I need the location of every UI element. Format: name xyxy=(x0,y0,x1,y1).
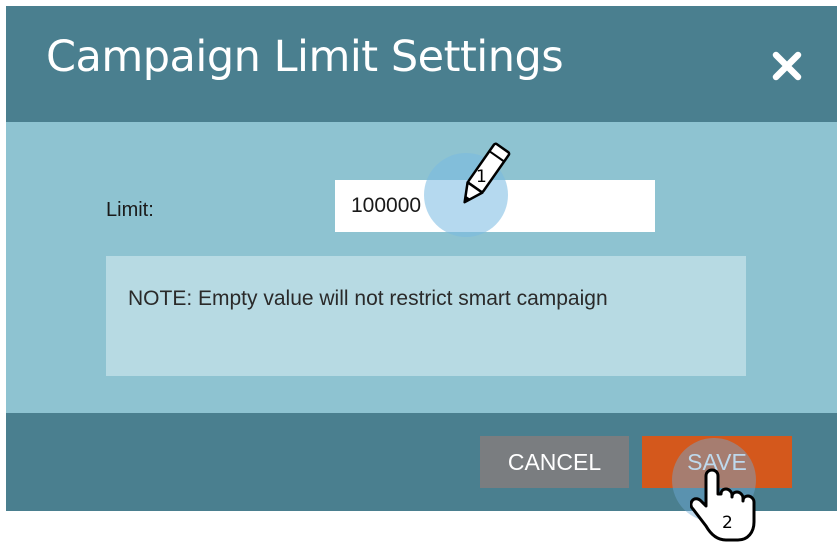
pencil-icon: 1 xyxy=(463,142,511,204)
cancel-button[interactable]: CANCEL xyxy=(480,436,629,488)
step-2-number: 2 xyxy=(722,513,733,533)
close-icon xyxy=(772,51,802,81)
limit-label: Limit: xyxy=(106,199,154,221)
dialog-body: Limit: NOTE: Empty value will not restri… xyxy=(6,122,837,413)
dialog-header: Campaign Limit Settings xyxy=(6,6,837,122)
close-button[interactable] xyxy=(771,50,803,82)
dialog-title: Campaign Limit Settings xyxy=(46,32,564,82)
note-box: NOTE: Empty value will not restrict smar… xyxy=(106,256,746,376)
step-1-number: 1 xyxy=(476,167,487,187)
campaign-limit-dialog: Campaign Limit Settings Limit: NOTE: Emp… xyxy=(6,6,837,511)
hand-pointer-icon: 2 xyxy=(690,468,756,542)
